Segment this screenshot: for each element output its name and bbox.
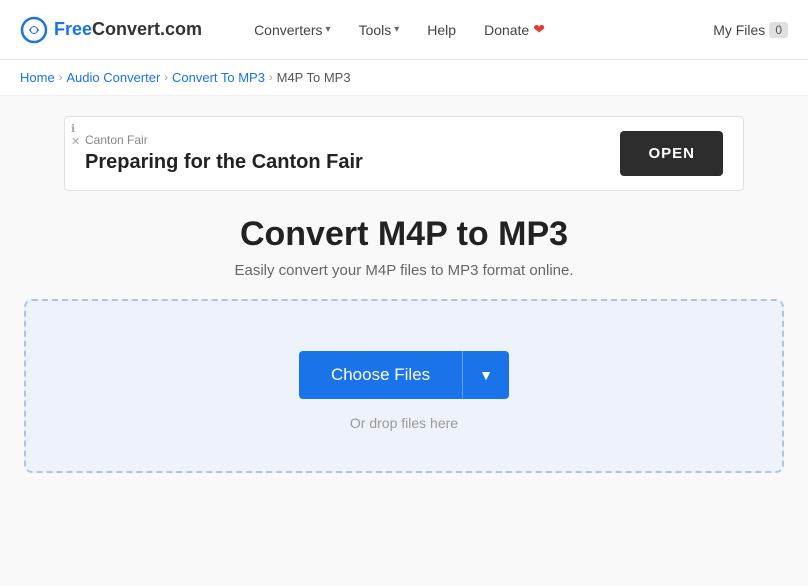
ad-text-area: Canton Fair Preparing for the Canton Fai… <box>85 133 363 174</box>
breadcrumb-audio-converter[interactable]: Audio Converter <box>66 70 160 85</box>
ad-open-button[interactable]: OPEN <box>620 131 723 176</box>
ad-info-icon[interactable]: ℹ <box>71 123 80 136</box>
breadcrumb-convert-to-mp3[interactable]: Convert To MP3 <box>172 70 265 85</box>
logo-icon <box>20 16 48 44</box>
breadcrumb-home[interactable]: Home <box>20 70 55 85</box>
nav-donate[interactable]: Donate ❤ <box>472 13 557 46</box>
page-title: Convert M4P to MP3 <box>20 215 788 254</box>
nav-help[interactable]: Help <box>415 14 468 46</box>
nav: Converters ▾ Tools ▾ Help Donate ❤ <box>242 13 713 46</box>
breadcrumb-sep-1: › <box>59 72 63 84</box>
ad-small-text: Canton Fair <box>85 133 363 147</box>
choose-files-dropdown-button[interactable]: ▼ <box>462 351 509 399</box>
header: FreeConvert.com Converters ▾ Tools ▾ Hel… <box>0 0 808 60</box>
dropdown-arrow-icon: ▼ <box>479 367 493 383</box>
breadcrumb-sep-2: › <box>164 72 168 84</box>
nav-converters[interactable]: Converters ▾ <box>242 14 343 46</box>
ad-info-area: ℹ ✕ <box>71 123 80 149</box>
heart-icon: ❤ <box>533 21 545 38</box>
converters-chevron-icon: ▾ <box>326 24 331 35</box>
breadcrumb: Home › Audio Converter › Convert To MP3 … <box>0 60 808 96</box>
files-count-badge: 0 <box>769 22 788 38</box>
breadcrumb-current: M4P To MP3 <box>277 70 351 85</box>
drop-text: Or drop files here <box>46 415 762 431</box>
page-heading: Convert M4P to MP3 Easily convert your M… <box>20 215 788 279</box>
choose-files-button[interactable]: Choose Files <box>299 351 462 399</box>
my-files[interactable]: My Files 0 <box>713 22 788 38</box>
ad-banner: ℹ ✕ Canton Fair Preparing for the Canton… <box>64 116 744 191</box>
main-content: ℹ ✕ Canton Fair Preparing for the Canton… <box>0 96 808 586</box>
logo-text: FreeConvert.com <box>54 19 202 40</box>
logo[interactable]: FreeConvert.com <box>20 16 202 44</box>
tools-chevron-icon: ▾ <box>394 24 399 35</box>
ad-main-text: Preparing for the Canton Fair <box>85 151 363 174</box>
ad-close-icon[interactable]: ✕ <box>71 136 80 149</box>
breadcrumb-sep-3: › <box>269 72 273 84</box>
drop-zone[interactable]: Choose Files ▼ Or drop files here <box>24 299 784 473</box>
choose-files-container: Choose Files ▼ <box>299 351 509 399</box>
page-subtitle: Easily convert your M4P files to MP3 for… <box>20 262 788 279</box>
nav-tools[interactable]: Tools ▾ <box>347 14 412 46</box>
